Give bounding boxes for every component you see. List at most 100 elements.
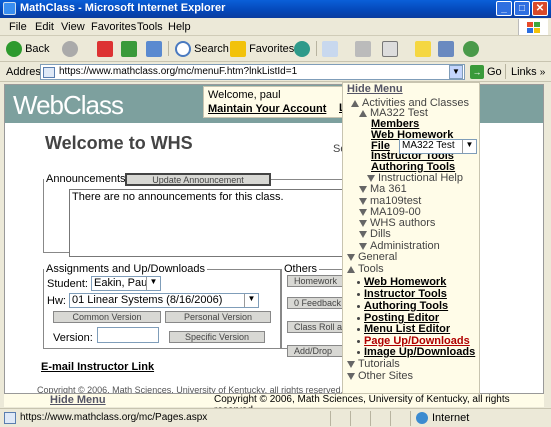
expanded-triangle-icon [359,109,367,117]
menu-item[interactable]: Web Homework [357,276,446,288]
close-button[interactable]: ✕ [532,1,548,16]
mail-button[interactable] [322,40,338,58]
favorites-label: Favorites [249,43,295,55]
back-button[interactable]: Back [6,40,50,58]
collapsed-triangle-icon [359,242,367,250]
collapsed-triangle-icon [359,230,367,238]
research-button[interactable] [438,40,454,58]
chevron-down-icon: ▼ [146,277,160,290]
menu-edit[interactable]: Edit [35,21,54,33]
chevron-down-icon: ▼ [244,294,258,307]
version-input[interactable] [97,327,159,343]
bullet-icon [357,350,360,354]
discuss-button[interactable] [415,40,431,58]
collapsed-triangle-icon [347,372,355,380]
search-button[interactable]: Search [175,40,229,58]
menu-view[interactable]: View [61,21,85,33]
specific-version-button[interactable]: Specific Version [169,331,265,343]
menu-item[interactable]: Authoring Tools [357,300,448,312]
menu-item-label: Tutorials [358,358,400,370]
menu-item-label: Tools [358,263,384,275]
menu-item-label: Image Up/Downloads [364,346,476,358]
menu-item-label: Ma 361 [370,183,407,195]
home-button[interactable] [146,40,162,58]
hide-menu-link[interactable]: Hide Menu [347,83,403,95]
expanded-triangle-icon [347,265,355,273]
common-version-button[interactable]: Common Version [53,311,161,323]
student-label: Student: [47,278,88,290]
menu-item[interactable]: General [347,251,397,263]
printer-icon [355,41,371,58]
menu-item[interactable]: Dills [359,228,391,240]
maximize-button[interactable]: □ [514,1,530,16]
stop-button[interactable] [97,40,113,58]
webclass-logo: WebClass [13,90,124,120]
address-input[interactable]: https://www.mathclass.org/mc/menuF.htm?l… [40,64,465,80]
forward-arrow-icon [62,41,78,58]
edit-button[interactable] [382,40,398,58]
menu-help[interactable]: Help [168,21,191,33]
refresh-button[interactable] [121,40,137,58]
collapsed-triangle-icon [359,185,367,193]
back-arrow-icon [6,41,22,58]
address-dropdown-icon[interactable]: ▼ [449,65,463,79]
menu-item-label: Menu List Editor [364,323,451,335]
collapsed-triangle-icon [359,197,367,205]
page-icon [43,67,55,78]
links-chevron-icon: » [539,67,546,78]
announcements-legend: Announcements [46,173,126,185]
menu-item-label: Web Homework [364,276,447,288]
menu-item-label: Other Sites [358,370,414,382]
menu-item-label: Dills [370,228,391,240]
menu-item[interactable]: Tools [347,263,384,275]
history-button[interactable] [294,40,310,58]
links-button[interactable]: Links » [511,66,545,78]
menu-tools[interactable]: Tools [137,21,163,33]
messenger-button[interactable] [463,40,479,58]
window-title: MathClass - Microsoft Internet Explorer [20,2,226,14]
minimize-button[interactable]: _ [496,1,512,16]
note-icon [415,41,431,58]
student-value: Eakin, Paul [94,277,150,289]
expanded-triangle-icon [351,99,359,107]
collapsed-triangle-icon [359,208,367,216]
menu-favorites[interactable]: Favorites [91,21,136,33]
class-select[interactable]: MA322 Test ▼ [399,139,477,154]
refresh-icon [121,41,137,58]
print-button[interactable] [355,40,371,58]
internet-globe-icon [416,412,428,424]
menu-item[interactable]: Tutorials [347,358,400,370]
update-announcement-button[interactable]: Update Announcement [125,173,271,186]
forward-button[interactable] [62,40,78,58]
menu-item[interactable]: Menu List Editor [357,323,450,335]
favorites-button[interactable]: Favorites [230,40,294,58]
welcome-text: Welcome, paul [208,89,281,101]
hw-select[interactable]: 01 Linear Systems (8/16/2006) ▼ [69,293,259,308]
menu-item[interactable]: Ma 361 [359,183,407,195]
others-legend: Others [284,263,318,275]
search-label: Search [194,43,229,55]
menu-file[interactable]: File [9,21,27,33]
email-instructor-link[interactable]: E-mail Instructor Link [41,361,154,373]
menu-item[interactable]: Other Sites [347,370,413,382]
hide-menu-bottom-link[interactable]: Hide Menu [50,394,106,406]
personal-version-button[interactable]: Personal Version [165,311,271,323]
collapsed-triangle-icon [367,174,375,182]
announcement-textarea[interactable]: There are no announcements for this clas… [69,189,353,257]
history-icon [294,41,310,58]
student-select[interactable]: Eakin, Paul ▼ [91,276,161,291]
toolbar: Back Search Favorites [0,36,551,62]
hw-value: 01 Linear Systems (8/16/2006) [72,294,223,306]
title-bar: MathClass - Microsoft Internet Explorer … [0,0,551,18]
collapsed-triangle-icon [347,360,355,368]
maintain-account-link[interactable]: Maintain Your Account [208,103,326,115]
menu-item[interactable]: Image Up/Downloads [357,346,475,358]
address-url: https://www.mathclass.org/mc/menuF.htm?l… [59,66,298,77]
bullet-icon [357,316,360,320]
star-icon [230,41,246,58]
zone-label: Internet [432,412,470,424]
status-url: https://www.mathclass.org/mc/Pages.aspx [20,412,208,423]
menu-item[interactable]: Instructor Tools [357,288,447,300]
go-button[interactable]: → Go [470,65,502,79]
bullet-icon [357,280,360,284]
